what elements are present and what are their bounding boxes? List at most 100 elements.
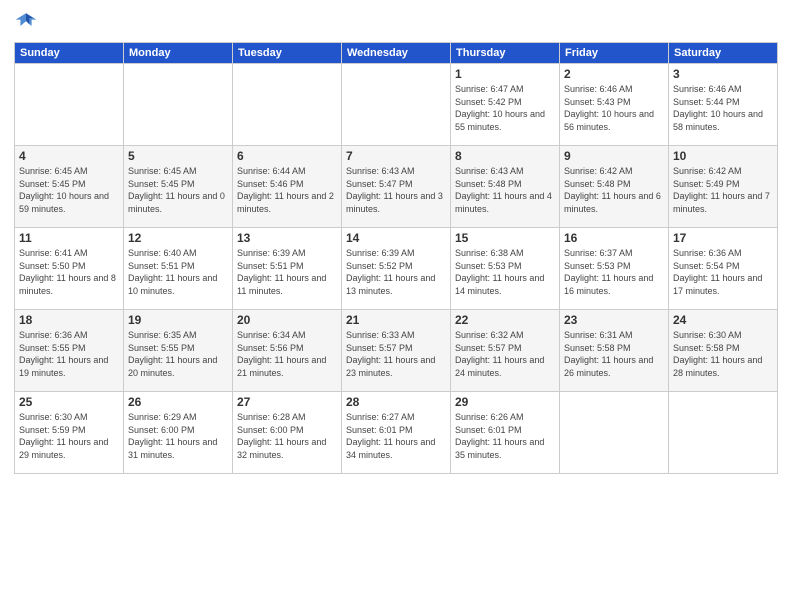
day-number: 2	[564, 67, 664, 81]
day-info: Sunrise: 6:45 AM Sunset: 5:45 PM Dayligh…	[128, 165, 228, 215]
day-number: 17	[673, 231, 773, 245]
calendar-cell: 17 Sunrise: 6:36 AM Sunset: 5:54 PM Dayli…	[669, 228, 778, 310]
calendar-week-2: 4 Sunrise: 6:45 AM Sunset: 5:45 PM Daylig…	[15, 146, 778, 228]
calendar-cell: 9 Sunrise: 6:42 AM Sunset: 5:48 PM Daylig…	[560, 146, 669, 228]
calendar-cell: 24 Sunrise: 6:30 AM Sunset: 5:58 PM Dayli…	[669, 310, 778, 392]
day-info: Sunrise: 6:46 AM Sunset: 5:43 PM Dayligh…	[564, 83, 664, 133]
day-number: 19	[128, 313, 228, 327]
day-info: Sunrise: 6:32 AM Sunset: 5:57 PM Dayligh…	[455, 329, 555, 379]
calendar-cell: 8 Sunrise: 6:43 AM Sunset: 5:48 PM Daylig…	[451, 146, 560, 228]
calendar-cell: 18 Sunrise: 6:36 AM Sunset: 5:55 PM Dayli…	[15, 310, 124, 392]
day-info: Sunrise: 6:26 AM Sunset: 6:01 PM Dayligh…	[455, 411, 555, 461]
day-info: Sunrise: 6:33 AM Sunset: 5:57 PM Dayligh…	[346, 329, 446, 379]
day-info: Sunrise: 6:31 AM Sunset: 5:58 PM Dayligh…	[564, 329, 664, 379]
calendar-cell	[15, 64, 124, 146]
calendar-cell: 1Sunrise: 6:47 AM Sunset: 5:42 PM Daylig…	[451, 64, 560, 146]
calendar-cell: 16Sunrise: 6:37 AM Sunset: 5:53 PM Dayli…	[560, 228, 669, 310]
day-info: Sunrise: 6:40 AM Sunset: 5:51 PM Dayligh…	[128, 247, 228, 297]
calendar-cell	[342, 64, 451, 146]
day-info: Sunrise: 6:37 AM Sunset: 5:53 PM Dayligh…	[564, 247, 664, 297]
calendar-cell	[669, 392, 778, 474]
day-number: 5	[128, 149, 228, 163]
day-number: 24	[673, 313, 773, 327]
day-number: 10	[673, 149, 773, 163]
logo	[14, 10, 42, 34]
day-info: Sunrise: 6:41 AM Sunset: 5:50 PM Dayligh…	[19, 247, 119, 297]
weekday-header-saturday: Saturday	[669, 43, 778, 64]
day-info: Sunrise: 6:39 AM Sunset: 5:52 PM Dayligh…	[346, 247, 446, 297]
calendar-cell: 25 Sunrise: 6:30 AM Sunset: 5:59 PM Dayli…	[15, 392, 124, 474]
day-number: 4	[19, 149, 119, 163]
day-number: 26	[128, 395, 228, 409]
calendar-cell: 20 Sunrise: 6:34 AM Sunset: 5:56 PM Dayli…	[233, 310, 342, 392]
day-info: Sunrise: 6:30 AM Sunset: 5:58 PM Dayligh…	[673, 329, 773, 379]
weekday-header-sunday: Sunday	[15, 43, 124, 64]
day-info: Sunrise: 6:45 AM Sunset: 5:45 PM Dayligh…	[19, 165, 119, 215]
calendar-cell: 27Sunrise: 6:28 AM Sunset: 6:00 PM Dayli…	[233, 392, 342, 474]
day-number: 12	[128, 231, 228, 245]
calendar-cell	[560, 392, 669, 474]
day-number: 20	[237, 313, 337, 327]
header	[14, 10, 778, 34]
day-info: Sunrise: 6:34 AM Sunset: 5:56 PM Dayligh…	[237, 329, 337, 379]
day-info: Sunrise: 6:39 AM Sunset: 5:51 PM Dayligh…	[237, 247, 337, 297]
weekday-header-wednesday: Wednesday	[342, 43, 451, 64]
weekday-header-friday: Friday	[560, 43, 669, 64]
day-info: Sunrise: 6:29 AM Sunset: 6:00 PM Dayligh…	[128, 411, 228, 461]
calendar-cell: 11 Sunrise: 6:41 AM Sunset: 5:50 PM Dayli…	[15, 228, 124, 310]
calendar-cell	[124, 64, 233, 146]
day-info: Sunrise: 6:27 AM Sunset: 6:01 PM Dayligh…	[346, 411, 446, 461]
calendar-week-4: 18 Sunrise: 6:36 AM Sunset: 5:55 PM Dayli…	[15, 310, 778, 392]
day-info: Sunrise: 6:30 AM Sunset: 5:59 PM Dayligh…	[19, 411, 119, 461]
calendar-week-1: 1Sunrise: 6:47 AM Sunset: 5:42 PM Daylig…	[15, 64, 778, 146]
calendar-cell: 6Sunrise: 6:44 AM Sunset: 5:46 PM Daylig…	[233, 146, 342, 228]
calendar-cell: 28 Sunrise: 6:27 AM Sunset: 6:01 PM Dayli…	[342, 392, 451, 474]
weekday-header-monday: Monday	[124, 43, 233, 64]
day-info: Sunrise: 6:36 AM Sunset: 5:54 PM Dayligh…	[673, 247, 773, 297]
day-info: Sunrise: 6:43 AM Sunset: 5:47 PM Dayligh…	[346, 165, 446, 215]
day-number: 1	[455, 67, 555, 81]
day-info: Sunrise: 6:38 AM Sunset: 5:53 PM Dayligh…	[455, 247, 555, 297]
day-info: Sunrise: 6:44 AM Sunset: 5:46 PM Dayligh…	[237, 165, 337, 215]
day-number: 8	[455, 149, 555, 163]
calendar-cell: 23 Sunrise: 6:31 AM Sunset: 5:58 PM Dayli…	[560, 310, 669, 392]
day-info: Sunrise: 6:42 AM Sunset: 5:48 PM Dayligh…	[564, 165, 664, 215]
day-info: Sunrise: 6:43 AM Sunset: 5:48 PM Dayligh…	[455, 165, 555, 215]
calendar-cell: 14 Sunrise: 6:39 AM Sunset: 5:52 PM Dayli…	[342, 228, 451, 310]
calendar-cell: 4 Sunrise: 6:45 AM Sunset: 5:45 PM Daylig…	[15, 146, 124, 228]
day-info: Sunrise: 6:35 AM Sunset: 5:55 PM Dayligh…	[128, 329, 228, 379]
calendar-header-row: SundayMondayTuesdayWednesdayThursdayFrid…	[15, 43, 778, 64]
day-number: 25	[19, 395, 119, 409]
calendar-cell: 13 Sunrise: 6:39 AM Sunset: 5:51 PM Dayli…	[233, 228, 342, 310]
weekday-header-tuesday: Tuesday	[233, 43, 342, 64]
calendar-cell: 15 Sunrise: 6:38 AM Sunset: 5:53 PM Dayli…	[451, 228, 560, 310]
day-number: 14	[346, 231, 446, 245]
day-number: 9	[564, 149, 664, 163]
day-number: 28	[346, 395, 446, 409]
page: SundayMondayTuesdayWednesdayThursdayFrid…	[0, 0, 792, 612]
calendar-cell: 29 Sunrise: 6:26 AM Sunset: 6:01 PM Dayli…	[451, 392, 560, 474]
calendar-cell: 7 Sunrise: 6:43 AM Sunset: 5:47 PM Daylig…	[342, 146, 451, 228]
calendar-week-5: 25 Sunrise: 6:30 AM Sunset: 5:59 PM Dayli…	[15, 392, 778, 474]
calendar-cell	[233, 64, 342, 146]
calendar-cell: 12 Sunrise: 6:40 AM Sunset: 5:51 PM Dayli…	[124, 228, 233, 310]
day-number: 3	[673, 67, 773, 81]
calendar-cell: 21 Sunrise: 6:33 AM Sunset: 5:57 PM Dayli…	[342, 310, 451, 392]
calendar-cell: 5 Sunrise: 6:45 AM Sunset: 5:45 PM Daylig…	[124, 146, 233, 228]
calendar-cell: 10 Sunrise: 6:42 AM Sunset: 5:49 PM Dayli…	[669, 146, 778, 228]
day-number: 29	[455, 395, 555, 409]
day-number: 15	[455, 231, 555, 245]
day-info: Sunrise: 6:36 AM Sunset: 5:55 PM Dayligh…	[19, 329, 119, 379]
day-number: 21	[346, 313, 446, 327]
day-info: Sunrise: 6:42 AM Sunset: 5:49 PM Dayligh…	[673, 165, 773, 215]
day-number: 18	[19, 313, 119, 327]
day-number: 13	[237, 231, 337, 245]
day-number: 11	[19, 231, 119, 245]
calendar-cell: 3Sunrise: 6:46 AM Sunset: 5:44 PM Daylig…	[669, 64, 778, 146]
day-number: 23	[564, 313, 664, 327]
day-info: Sunrise: 6:28 AM Sunset: 6:00 PM Dayligh…	[237, 411, 337, 461]
calendar-table: SundayMondayTuesdayWednesdayThursdayFrid…	[14, 42, 778, 474]
day-number: 22	[455, 313, 555, 327]
calendar-cell: 22 Sunrise: 6:32 AM Sunset: 5:57 PM Dayli…	[451, 310, 560, 392]
day-number: 7	[346, 149, 446, 163]
